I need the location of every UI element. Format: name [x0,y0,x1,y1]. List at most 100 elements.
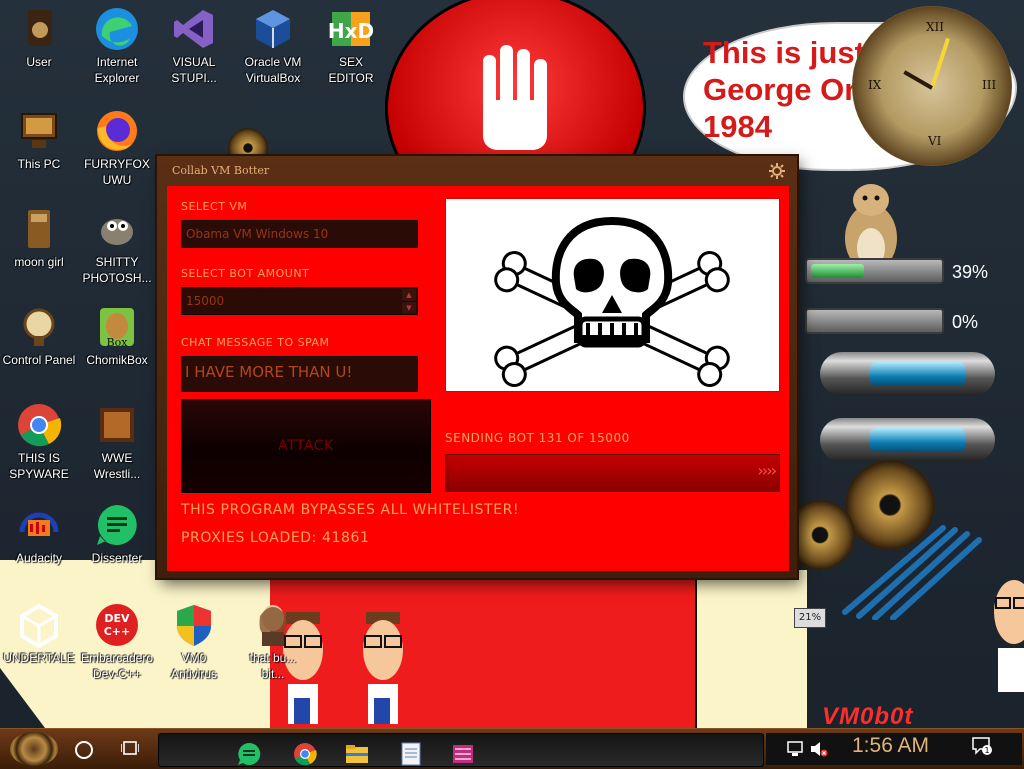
cortana-circle-icon[interactable] [75,741,93,759]
desktop-icon-portrait[interactable]: that bu... bit... [232,602,314,682]
stepper-buttons[interactable]: ▲ ▼ [402,289,416,315]
stepper-down-icon[interactable]: ▼ [402,302,416,315]
desktop-icon-label: Internet Explorer [94,55,140,85]
skull-crossbones-icon [494,216,730,387]
desktop-icon-devcpp[interactable]: DEV C++ Embarcadero Dev-C++ [76,602,158,682]
desktop-icon-virtualbox[interactable]: Oracle VM VirtualBox [232,6,314,86]
desktop-icon-gimp[interactable]: SHITTY PHOTOSH... [76,206,158,286]
window-titlebar[interactable]: Collab VM Botter [157,156,797,186]
desktop-icon-label: Embarcadero Dev-C++ [80,651,154,681]
window-client-area: SELECT VM Obama VM Windows 10 SELECT BOT… [167,186,789,571]
skull-image-panel [445,198,780,392]
task-view-icon[interactable] [121,740,139,756]
desktop-icon-furryfox[interactable]: FURRYFOX UWU [76,108,158,188]
desktop-icon-wwe[interactable]: WWE Wrestli... [76,402,158,482]
winrar-icon[interactable] [451,742,475,766]
desktop-icon-undertale[interactable]: UNDERTALE [0,602,80,666]
settings-gear-icon[interactable] [769,163,785,179]
desktop-icon-label: This PC [17,157,61,171]
taskbar-apps-strip [158,733,764,767]
collab-vm-botter-window[interactable]: Collab VM Botter SELECT VM Obama VM Wind… [157,156,797,578]
wallpaper-cream-area-right [695,570,807,740]
progress-fill [446,455,449,491]
desktop-icon-moon-girl[interactable]: moon girl [0,206,80,270]
svg-text:Box: Box [107,336,129,349]
ram-gauge [805,308,944,334]
desktop-icon-label: User [26,55,52,69]
shield-icon [171,602,217,648]
steampunk-clock-widget: XII III VI IX [852,6,1012,166]
select-vm-field[interactable]: Obama VM Windows 10 [181,220,418,248]
bot-amount-value: 15000 [186,294,225,308]
desktop-icon-label: Oracle VM VirtualBox [244,55,302,85]
desktop-icon-internet-explorer[interactable]: Internet Explorer [76,6,158,86]
desktop-icon-label: VISUAL STUPI... [171,55,217,85]
unity-icon [16,602,62,649]
desktop-icon-label: Dissenter [91,551,143,565]
devcpp-icon: DEV C++ [94,602,140,648]
dissenter-icon [94,502,140,548]
clock-hour-hand [930,37,950,89]
stepper-up-icon[interactable]: ▲ [402,289,416,302]
notepad-icon[interactable] [399,742,423,766]
window-title: Collab VM Botter [172,164,270,177]
chrome-icon [16,402,62,448]
pressure-chip: 21% [794,608,826,628]
cpu-gauge-fill [811,264,864,278]
desktop-icon-label: VM0 Antivirus [170,651,217,681]
desktop-icon-dissenter[interactable]: Dissenter [76,502,158,566]
chomikbox-icon: Box [94,304,140,350]
gimp-icon [94,206,140,252]
attack-button[interactable]: ATTACK [181,399,431,493]
desktop-icon-label: SEX EDITOR [328,55,374,85]
blue-rods-graphic [842,525,982,620]
desktop-icon-user[interactable]: User [0,6,80,70]
svg-text:DEV: DEV [104,612,130,625]
taskbar-clock[interactable]: 1:56 AM [852,734,929,758]
cpu-gauge-label: 39% [952,262,989,282]
glass-tube-top [820,352,995,396]
dissenter-icon[interactable] [237,742,261,766]
moon-girl-icon [16,206,62,252]
notification-center-icon[interactable]: 1 [972,737,992,755]
desktop-icon-hex-editor[interactable]: HxD SEX EDITOR [310,6,392,86]
desktop-icon-control-panel[interactable]: Control Panel [0,304,80,368]
desktop-icon-label: Audacity [15,551,63,565]
chrome-icon[interactable] [293,742,317,766]
cartoon-man-icon [994,580,1024,692]
start-button[interactable] [10,732,58,766]
desktop-icon-label: SHITTY PHOTOSH... [82,255,152,285]
this-pc-icon [16,108,62,154]
desktop-icon-spyware[interactable]: THIS IS SPYWARE [0,402,80,482]
wwe-icon [94,402,140,448]
visual-studio-icon [171,6,217,52]
vmob-watermark: VM0b0t [822,703,914,730]
volume-muted-icon[interactable] [810,741,828,757]
chat-message-label: CHAT MESSAGE TO SPAM [181,336,330,349]
notification-count: 1 [984,746,989,755]
desktop-icon-label: THIS IS SPYWARE [9,451,69,481]
desktop-icon-visual-studio[interactable]: VISUAL STUPI... [153,6,235,86]
desktop-icon-this-pc[interactable]: This PC [0,108,80,172]
audacity-icon [16,502,62,548]
progress-stripes-icon: ›››› [757,461,777,480]
desktop-icon-label: WWE Wrestli... [93,451,141,481]
chat-message-input[interactable]: I HAVE MORE THAN U! [181,356,418,392]
svg-text:HxD: HxD [328,19,374,43]
desktop-icon-audacity[interactable]: Audacity [0,502,80,566]
desktop-icon-vm0-antivirus[interactable]: VM0 Antivirus [153,602,235,682]
bot-amount-stepper[interactable]: 15000 ▲ ▼ [181,287,418,315]
desktop-icon-chomikbox[interactable]: Box ChomikBox [76,304,158,368]
hex-editor-icon: HxD [328,6,374,52]
bot-amount-label: SELECT BOT AMOUNT [181,267,310,280]
desktop-icon-label: moon girl [14,255,64,269]
desktop-icon-label: Control Panel [2,353,76,367]
ram-gauge-label: 0% [952,312,979,332]
glass-tube-bottom [820,418,995,462]
desktop-icon-label: FURRYFOX UWU [84,157,150,187]
portrait-icon [250,602,296,648]
network-icon[interactable] [786,741,804,757]
stop-hand-icon [483,45,547,150]
file-explorer-icon[interactable] [345,742,369,766]
cpu-gauge [805,258,944,284]
